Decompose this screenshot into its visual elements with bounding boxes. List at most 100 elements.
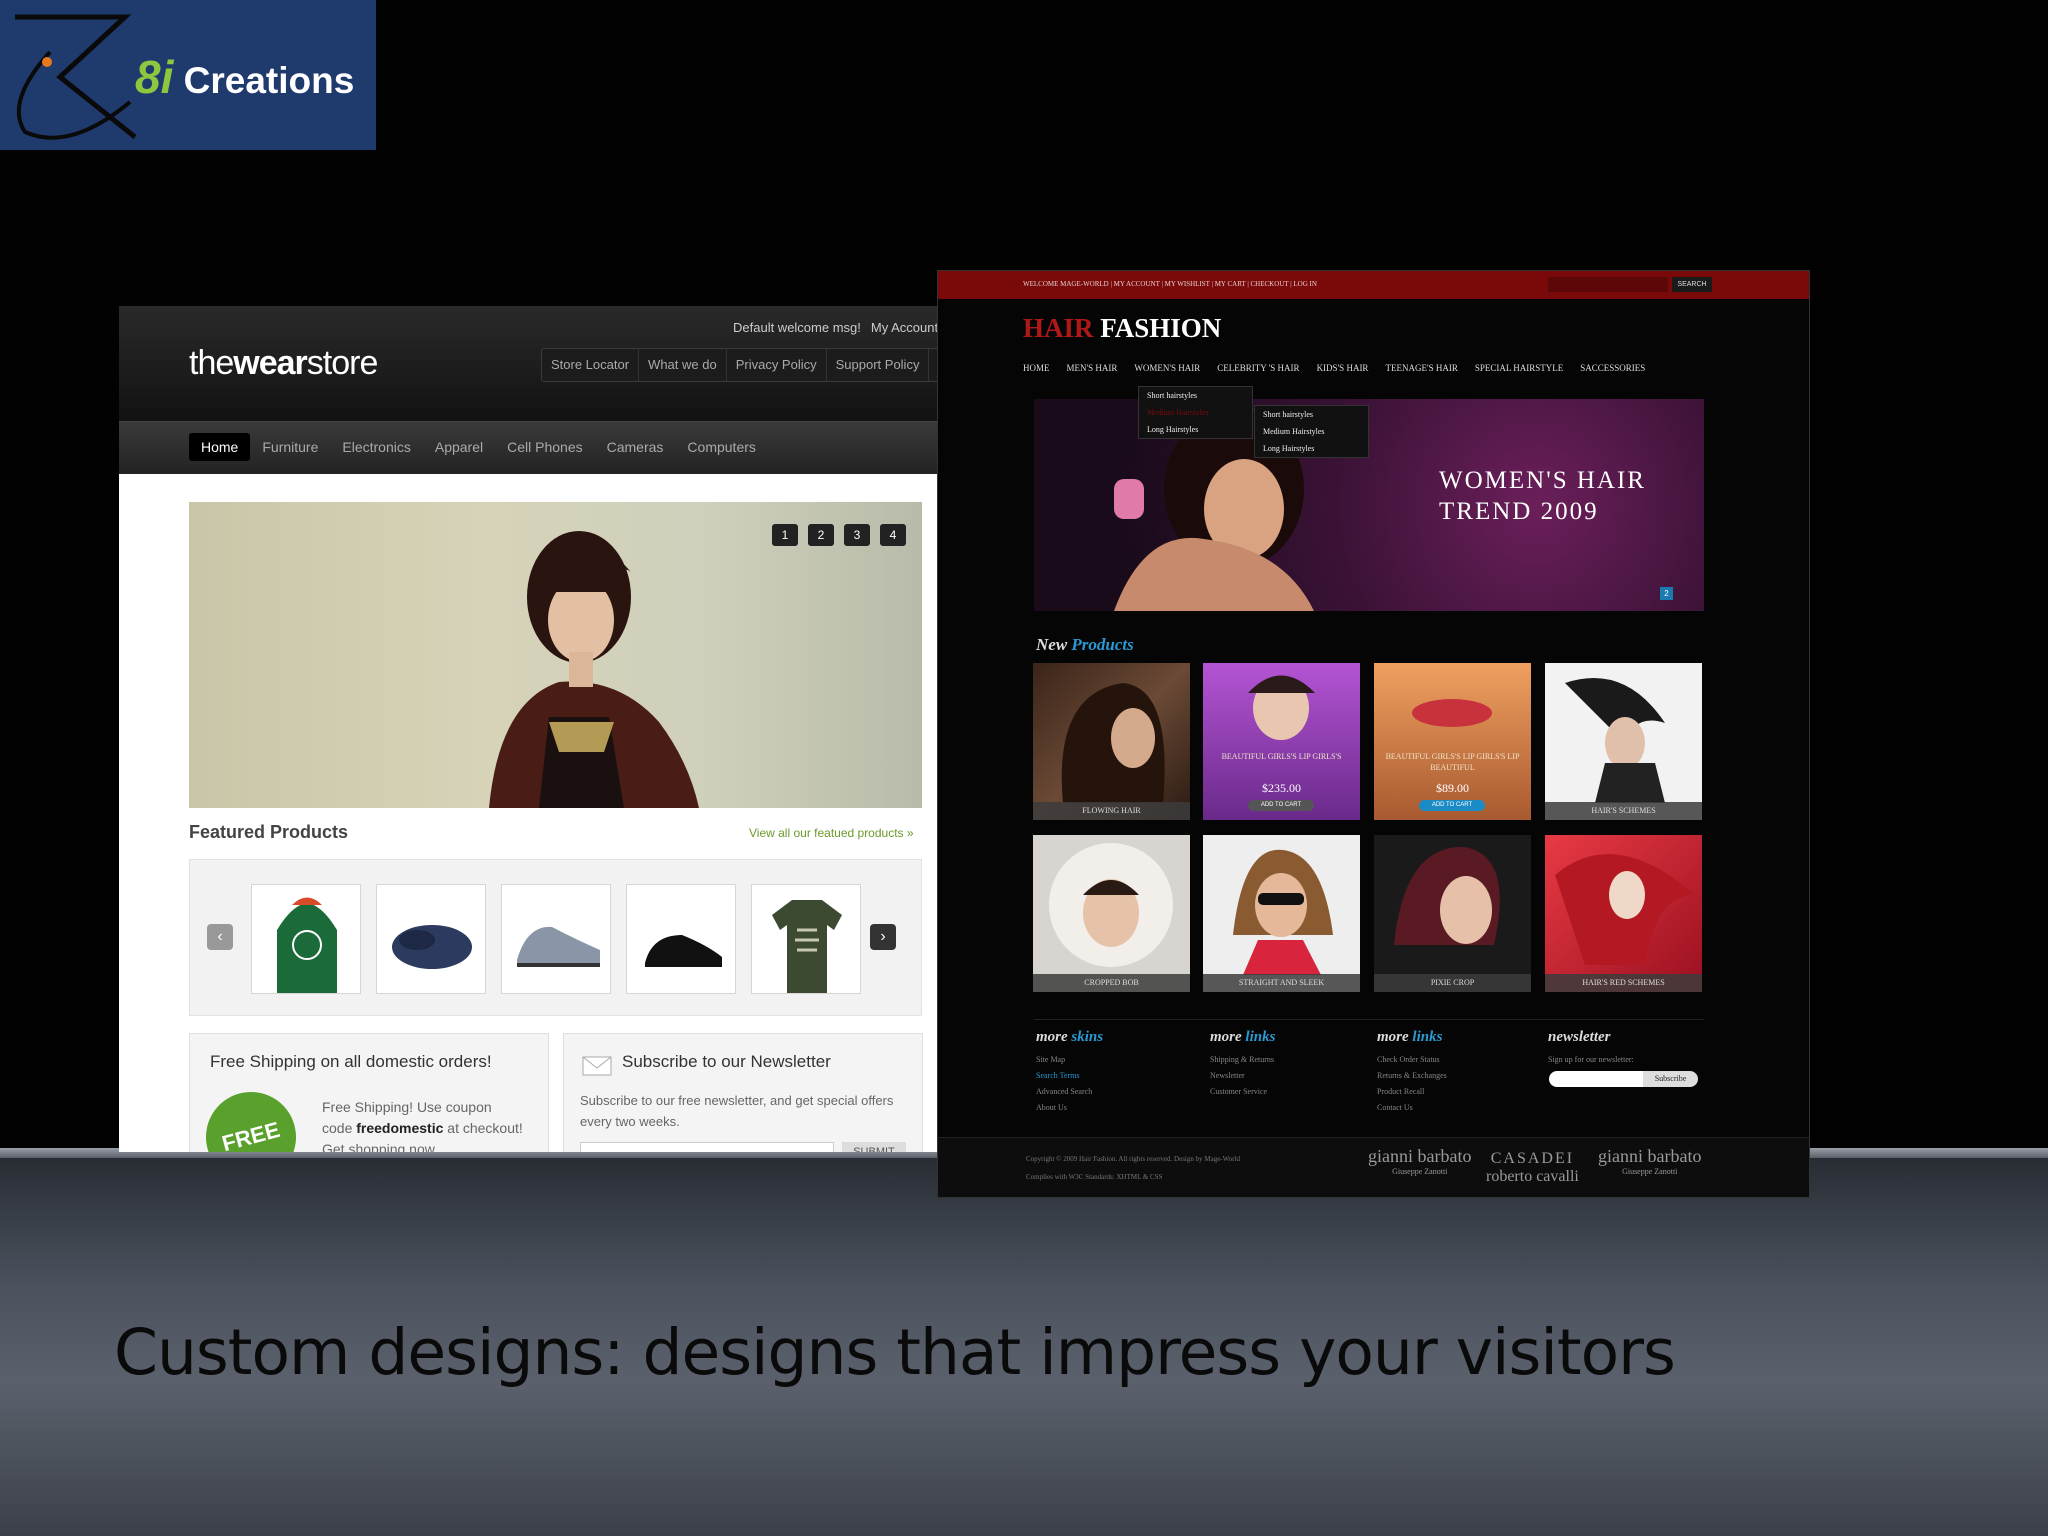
hf-tile-price: $235.00 <box>1262 781 1301 795</box>
hf-nav-kids-hair[interactable]: KIDS'S HAIR <box>1317 363 1369 373</box>
hf-tile-caption: HAIR'S SCHEMES <box>1545 802 1702 820</box>
hf-nav-accessories[interactable]: SACCESSORIES <box>1580 363 1645 373</box>
hf-footer-link[interactable]: Search Terms <box>1036 1068 1103 1084</box>
hf-product-tile[interactable]: BEAUTIFUL GIRLS'S LIP GIRLS'S $235.00 AD… <box>1203 663 1360 820</box>
newsletter-submit-button[interactable]: SUBMIT <box>842 1142 906 1152</box>
top-link-privacy[interactable]: Privacy Policy <box>727 349 827 381</box>
featured-products-link[interactable]: View all our featued products » <box>749 826 914 840</box>
hf-product-tile[interactable]: HAIR'S SCHEMES <box>1545 663 1702 820</box>
hf-brand-name: gianni barbato <box>1368 1146 1472 1166</box>
hf-tile-image <box>1248 675 1315 740</box>
hf-hero-banner[interactable]: WOMEN'S HAIR TREND 2009 2 <box>1034 399 1704 611</box>
hf-footer-link[interactable]: Shipping & Returns <box>1210 1052 1275 1068</box>
nav-cameras[interactable]: Cameras <box>595 433 676 461</box>
hf-col-title-a: more <box>1036 1029 1068 1045</box>
hf-brand-name: gianni barbato <box>1598 1146 1702 1166</box>
dropdown-item-short[interactable]: Short hairstyles <box>1139 387 1252 404</box>
hf-nav-womens-hair[interactable]: WOMEN'S HAIR <box>1134 363 1200 373</box>
hf-product-tile[interactable]: PIXIE CROP <box>1374 835 1531 992</box>
hf-product-tile[interactable]: HAIR'S RED SCHEMES <box>1545 835 1702 992</box>
hf-tile-image <box>1233 849 1333 975</box>
hf-footer-link[interactable]: Advanced Search <box>1036 1084 1103 1100</box>
hf-product-tile[interactable]: BEAUTIFUL GIRLS'S LIP GIRLS'S LIP BEAUTI… <box>1374 663 1531 820</box>
hf-nav-mens-hair[interactable]: MEN'S HAIR <box>1067 363 1118 373</box>
wearstore-brand[interactable]: thewearstore <box>189 344 378 383</box>
top-link-support[interactable]: Support Policy <box>827 349 930 381</box>
hf-copyright: Copyright © 2009 Hair Fashion. All right… <box>1026 1150 1240 1186</box>
hf-brand-name: CASADEI <box>1490 1150 1575 1167</box>
nav-home[interactable]: Home <box>189 433 251 461</box>
product-thumb-tshirt[interactable] <box>751 884 861 994</box>
top-link-what-we-do[interactable]: What we do <box>639 349 727 381</box>
nav-computers[interactable]: Computers <box>675 433 767 461</box>
subdropdown-item-medium[interactable]: Medium Hairstyles <box>1255 423 1368 440</box>
hf-nav-home[interactable]: HOME <box>1023 363 1050 373</box>
slide-dot-4[interactable]: 4 <box>880 524 906 546</box>
newsletter-email-input[interactable] <box>580 1142 834 1152</box>
slide-dot-2[interactable]: 2 <box>808 524 834 546</box>
free-shipping-title: Free Shipping on all domestic orders! <box>210 1052 492 1071</box>
top-link-truncated[interactable]: C <box>929 349 937 381</box>
hf-tile-image <box>1555 854 1695 965</box>
hf-col-title-a: more <box>1210 1029 1242 1045</box>
hf-search-button[interactable]: SEARCH <box>1672 277 1712 292</box>
logo-number: 8i <box>135 51 174 103</box>
hf-search-input[interactable] <box>1548 277 1668 292</box>
nav-apparel[interactable]: Apparel <box>423 433 495 461</box>
hf-products-word: Products <box>1071 635 1134 654</box>
product-thumb-hoodie[interactable] <box>251 884 361 994</box>
dropdown-item-long[interactable]: Long Hairstyles <box>1139 421 1252 438</box>
hf-footer-link[interactable]: Product Recall <box>1377 1084 1447 1100</box>
slide-dot-1[interactable]: 1 <box>772 524 798 546</box>
nav-furniture[interactable]: Furniture <box>250 433 330 461</box>
hf-footer-link[interactable]: Returns & Exchanges <box>1377 1068 1447 1084</box>
nav-electronics[interactable]: Electronics <box>330 433 422 461</box>
my-account-link[interactable]: My Account <box>871 320 937 335</box>
subdropdown-item-long[interactable]: Long Hairstyles <box>1255 440 1368 457</box>
top-link-store-locator[interactable]: Store Locator <box>542 349 640 381</box>
hf-product-tile[interactable]: CROPPED BOB <box>1033 835 1190 992</box>
shipping-line-3[interactable]: Get shopping now <box>322 1139 523 1152</box>
hf-footer-link[interactable]: Check Order Status <box>1377 1052 1447 1068</box>
product-thumb-sneaker[interactable] <box>501 884 611 994</box>
hf-add-to-cart-button[interactable]: ADD TO CART <box>1419 800 1485 811</box>
hf-logo[interactable]: HAIR FASHION <box>1023 313 1221 344</box>
slide-dot-3[interactable]: 3 <box>844 524 870 546</box>
hf-product-tile[interactable]: STRAIGHT AND SLEEK <box>1203 835 1360 992</box>
wearstore-screenshot: thewearstore Default welcome msg! My Acco… <box>119 306 937 1152</box>
welcome-bar: Default welcome msg! My Account <box>733 320 937 335</box>
hf-new-products-title: New Products <box>1036 635 1134 655</box>
carousel-prev-button[interactable]: ‹ <box>207 924 233 950</box>
brand-part-the: the <box>189 344 234 382</box>
hf-dropdown-womens: Short hairstyles Medium Hairstyles Long … <box>1138 386 1253 439</box>
hf-add-to-cart-button[interactable]: ADD TO CART <box>1248 800 1314 811</box>
hero-banner[interactable]: 1 2 3 4 <box>189 502 922 808</box>
hf-banner-indicator[interactable]: 2 <box>1660 587 1673 600</box>
carousel-next-button[interactable]: › <box>870 924 896 950</box>
product-thumb-shoe[interactable] <box>626 884 736 994</box>
hf-footer-link[interactable]: Site Map <box>1036 1052 1103 1068</box>
hf-footer-link[interactable]: About Us <box>1036 1100 1103 1116</box>
hf-nav-special-hairstyle[interactable]: SPECIAL HAIRSTYLE <box>1475 363 1563 373</box>
dropdown-item-medium[interactable]: Medium Hairstyles <box>1139 404 1252 421</box>
hf-footer-link[interactable]: Contact Us <box>1377 1100 1447 1116</box>
hf-nav-celebrity-hair[interactable]: CELEBRITY 'S HAIR <box>1217 363 1299 373</box>
hf-newsletter-input[interactable] <box>1549 1071 1643 1087</box>
hf-product-tile[interactable]: FLOWING HAIR <box>1033 663 1190 820</box>
hf-col-title-a: more <box>1377 1029 1409 1045</box>
hf-col-title-b: skins <box>1071 1029 1104 1045</box>
hf-subscribe-button[interactable]: Subscribe <box>1643 1071 1698 1087</box>
hf-footer-link[interactable]: Newsletter <box>1210 1068 1275 1084</box>
nav-cell-phones[interactable]: Cell Phones <box>495 433 595 461</box>
hf-top-links[interactable]: WELCOME MAGE-WORLD | MY ACCOUNT | MY WIS… <box>1023 280 1317 288</box>
hf-topbar: WELCOME MAGE-WORLD | MY ACCOUNT | MY WIS… <box>938 271 1809 299</box>
hf-tile-caption: STRAIGHT AND SLEEK <box>1203 974 1360 992</box>
newsletter-box: Subscribe to our Newsletter Subscribe to… <box>563 1033 923 1152</box>
product-thumb-clog[interactable] <box>376 884 486 994</box>
subdropdown-item-short[interactable]: Short hairstyles <box>1255 406 1368 423</box>
free-shipping-text: Free Shipping! Use coupon code freedomes… <box>322 1097 523 1152</box>
hf-nav-teenage-hair[interactable]: TEENAGE'S HAIR <box>1385 363 1457 373</box>
hf-footer-link[interactable]: Customer Service <box>1210 1084 1275 1100</box>
hf-brand-sub: roberto cavalli <box>1486 1168 1579 1185</box>
top-links: Store Locator What we do Privacy Policy … <box>541 348 937 382</box>
